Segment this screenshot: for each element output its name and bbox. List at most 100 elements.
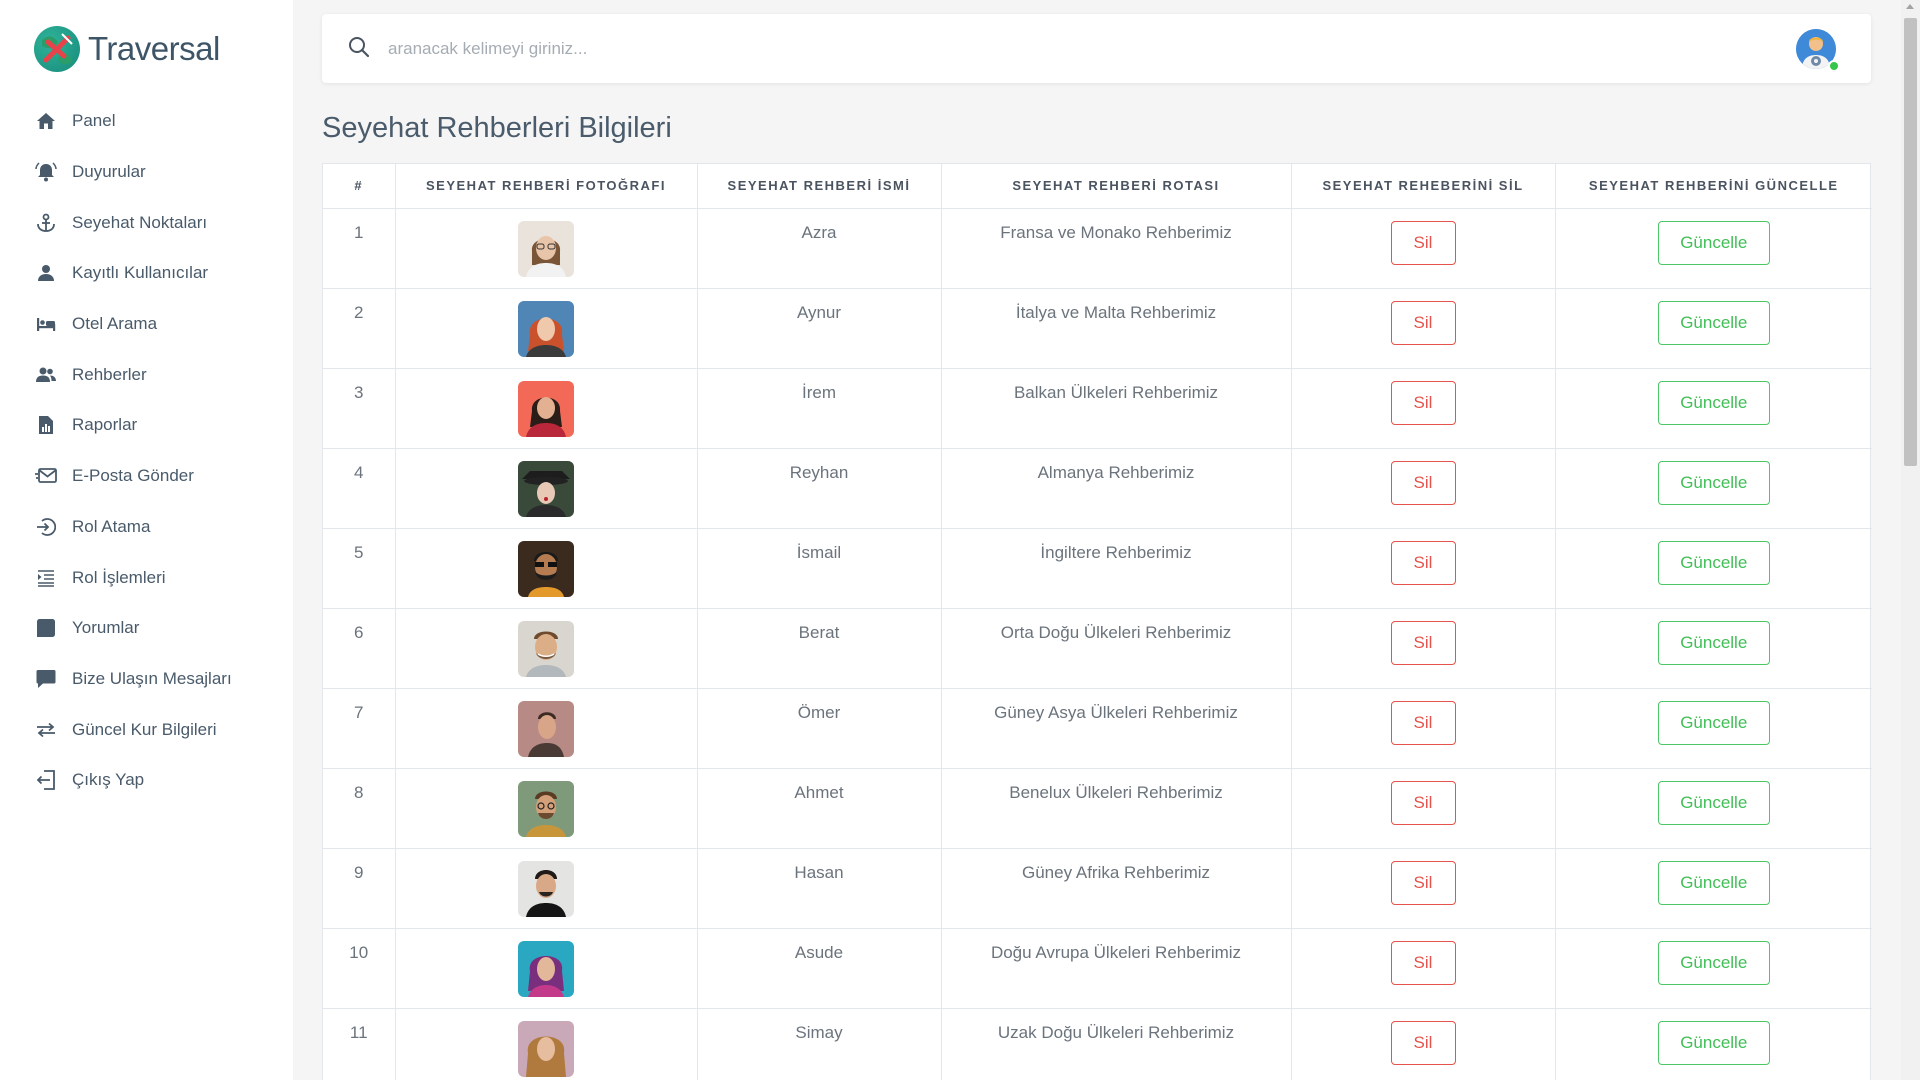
row-id: 4 [323, 448, 396, 529]
row-name: Hasan [697, 848, 942, 929]
delete-cell: Sil [1291, 368, 1556, 449]
sidebar-item-yorumlar[interactable]: Yorumlar [34, 603, 232, 654]
guide-photo [518, 780, 574, 837]
delete-button[interactable]: Sil [1390, 220, 1456, 265]
row-name: Ahmet [697, 768, 942, 849]
row-id: 2 [323, 288, 396, 369]
sidebar-item-label: Çıkış Yap [72, 770, 145, 790]
page-scrollbar[interactable] [1901, 0, 1920, 1080]
sidebar-item-guncel-kur-bilgileri[interactable]: Güncel Kur Bilgileri [34, 704, 232, 755]
row-name: Azra [697, 208, 942, 289]
row-route: Doğu Avrupa Ülkeleri Rehberimiz [941, 928, 1292, 1009]
search-icon [348, 36, 370, 63]
delete-button[interactable]: Sil [1390, 700, 1456, 745]
update-button[interactable]: Güncelle [1657, 940, 1770, 985]
update-button[interactable]: Güncelle [1657, 1020, 1770, 1065]
sidebar-item-panel[interactable]: Panel [34, 96, 232, 147]
logout-icon [34, 768, 58, 792]
sidebar-item-rehberler[interactable]: Rehberler [34, 349, 232, 400]
guide-photo [518, 460, 574, 517]
guide-photo [518, 620, 574, 677]
table-row: 9 Hasan Güney Afrika Rehberimiz Sil Günc… [323, 848, 1872, 929]
column-header-name: SEYEHAT REHBERİ İSMİ [697, 164, 942, 209]
sidebar-item-rol-atama[interactable]: Rol Atama [34, 502, 232, 553]
photo-cell [395, 768, 698, 849]
update-button[interactable]: Güncelle [1657, 460, 1770, 505]
sidebar-item-otel-arama[interactable]: Otel Arama [34, 299, 232, 350]
delete-cell: Sil [1291, 768, 1556, 849]
delete-button[interactable]: Sil [1390, 1020, 1456, 1065]
delete-button[interactable]: Sil [1390, 780, 1456, 825]
delete-button[interactable]: Sil [1390, 860, 1456, 905]
sidebar-item-seyehat-noktalari[interactable]: Seyehat Noktaları [34, 197, 232, 248]
scroll-up-arrow-icon[interactable] [1906, 4, 1914, 9]
update-button[interactable]: Güncelle [1657, 780, 1770, 825]
users-icon [34, 363, 58, 387]
search-input[interactable] [388, 36, 1688, 62]
update-button[interactable]: Güncelle [1657, 540, 1770, 585]
sidebar-item-e-posta-gonder[interactable]: E-Posta Gönder [34, 451, 232, 502]
update-button[interactable]: Güncelle [1657, 620, 1770, 665]
row-route: Uzak Doğu Ülkeleri Rehberimiz [941, 1008, 1292, 1080]
sidebar: Traversal Panel Duyurular Seyehat Noktal… [0, 0, 293, 1080]
photo-cell [395, 928, 698, 1009]
row-route: Güney Asya Ülkeleri Rehberimiz [941, 688, 1292, 769]
sidebar-item-rol-islemleri[interactable]: Rol İşlemleri [34, 552, 232, 603]
update-button[interactable]: Güncelle [1657, 220, 1770, 265]
sidebar-item-raporlar[interactable]: Raporlar [34, 400, 232, 451]
delete-button[interactable]: Sil [1390, 300, 1456, 345]
sidebar-nav: Panel Duyurular Seyehat Noktaları Kayıtl… [34, 96, 232, 806]
update-cell: Güncelle [1555, 768, 1872, 849]
sidebar-item-kayitli-kullanicilar[interactable]: Kayıtlı Kullanıcılar [34, 248, 232, 299]
delete-cell: Sil [1291, 608, 1556, 689]
sidebar-item-bize-ulasin-mesajlari[interactable]: Bize Ulaşın Mesajları [34, 654, 232, 705]
sidebar-item-label: Raporlar [72, 415, 138, 435]
bed-icon [34, 312, 58, 336]
delete-cell: Sil [1291, 928, 1556, 1009]
update-button[interactable]: Güncelle [1657, 380, 1770, 425]
guide-photo [518, 380, 574, 437]
guide-photo [518, 300, 574, 357]
sidebar-item-label: Duyurular [72, 162, 146, 182]
row-route: İngiltere Rehberimiz [941, 528, 1292, 609]
update-button[interactable]: Güncelle [1657, 300, 1770, 345]
table-row: 4 Reyhan Almanya Rehberimiz Sil Güncelle [323, 448, 1872, 529]
row-route: Benelux Ülkeleri Rehberimiz [941, 768, 1292, 849]
delete-button[interactable]: Sil [1390, 940, 1456, 985]
sidebar-item-label: E-Posta Gönder [72, 466, 194, 486]
table-body: 1 Azra Fransa ve Monako Rehberimiz Sil G… [323, 208, 1872, 1080]
update-cell: Güncelle [1555, 368, 1872, 449]
update-cell: Güncelle [1555, 528, 1872, 609]
update-cell: Güncelle [1555, 688, 1872, 769]
brand[interactable]: Traversal [34, 26, 220, 72]
delete-button[interactable]: Sil [1390, 540, 1456, 585]
photo-cell [395, 208, 698, 289]
update-cell: Güncelle [1555, 288, 1872, 369]
sidebar-item-label: Rehberler [72, 364, 147, 384]
table-row: 8 Ahmet Benelux Ülkeleri Rehberimiz Sil … [323, 768, 1872, 849]
update-button[interactable]: Güncelle [1657, 700, 1770, 745]
delete-button[interactable]: Sil [1390, 380, 1456, 425]
photo-cell [395, 848, 698, 929]
update-button[interactable]: Güncelle [1657, 860, 1770, 905]
scrollbar-thumb[interactable] [1904, 18, 1917, 466]
guide-photo [518, 700, 574, 757]
online-status-indicator [1828, 60, 1840, 72]
delete-button[interactable]: Sil [1390, 460, 1456, 505]
column-header-delete: SEYEHAT REHEBERİNİ SİL [1291, 164, 1556, 209]
login-icon [34, 515, 58, 539]
delete-button[interactable]: Sil [1390, 620, 1456, 665]
delete-cell: Sil [1291, 208, 1556, 289]
table-row: 11 Simay Uzak Doğu Ülkeleri Rehberimiz S… [323, 1008, 1872, 1080]
table-row: 5 İsmail İngiltere Rehberimiz Sil Güncel… [323, 528, 1872, 609]
sidebar-item-label: Panel [72, 111, 116, 131]
delete-cell: Sil [1291, 448, 1556, 529]
row-name: Reyhan [697, 448, 942, 529]
column-header-id: # [323, 164, 396, 209]
list-indent-icon [34, 566, 58, 590]
sidebar-item-duyurular[interactable]: Duyurular [34, 147, 232, 198]
row-id: 11 [323, 1008, 396, 1080]
sidebar-item-cikis-yap[interactable]: Çıkış Yap [34, 755, 232, 806]
row-id: 5 [323, 528, 396, 609]
mail-send-icon [34, 464, 58, 488]
